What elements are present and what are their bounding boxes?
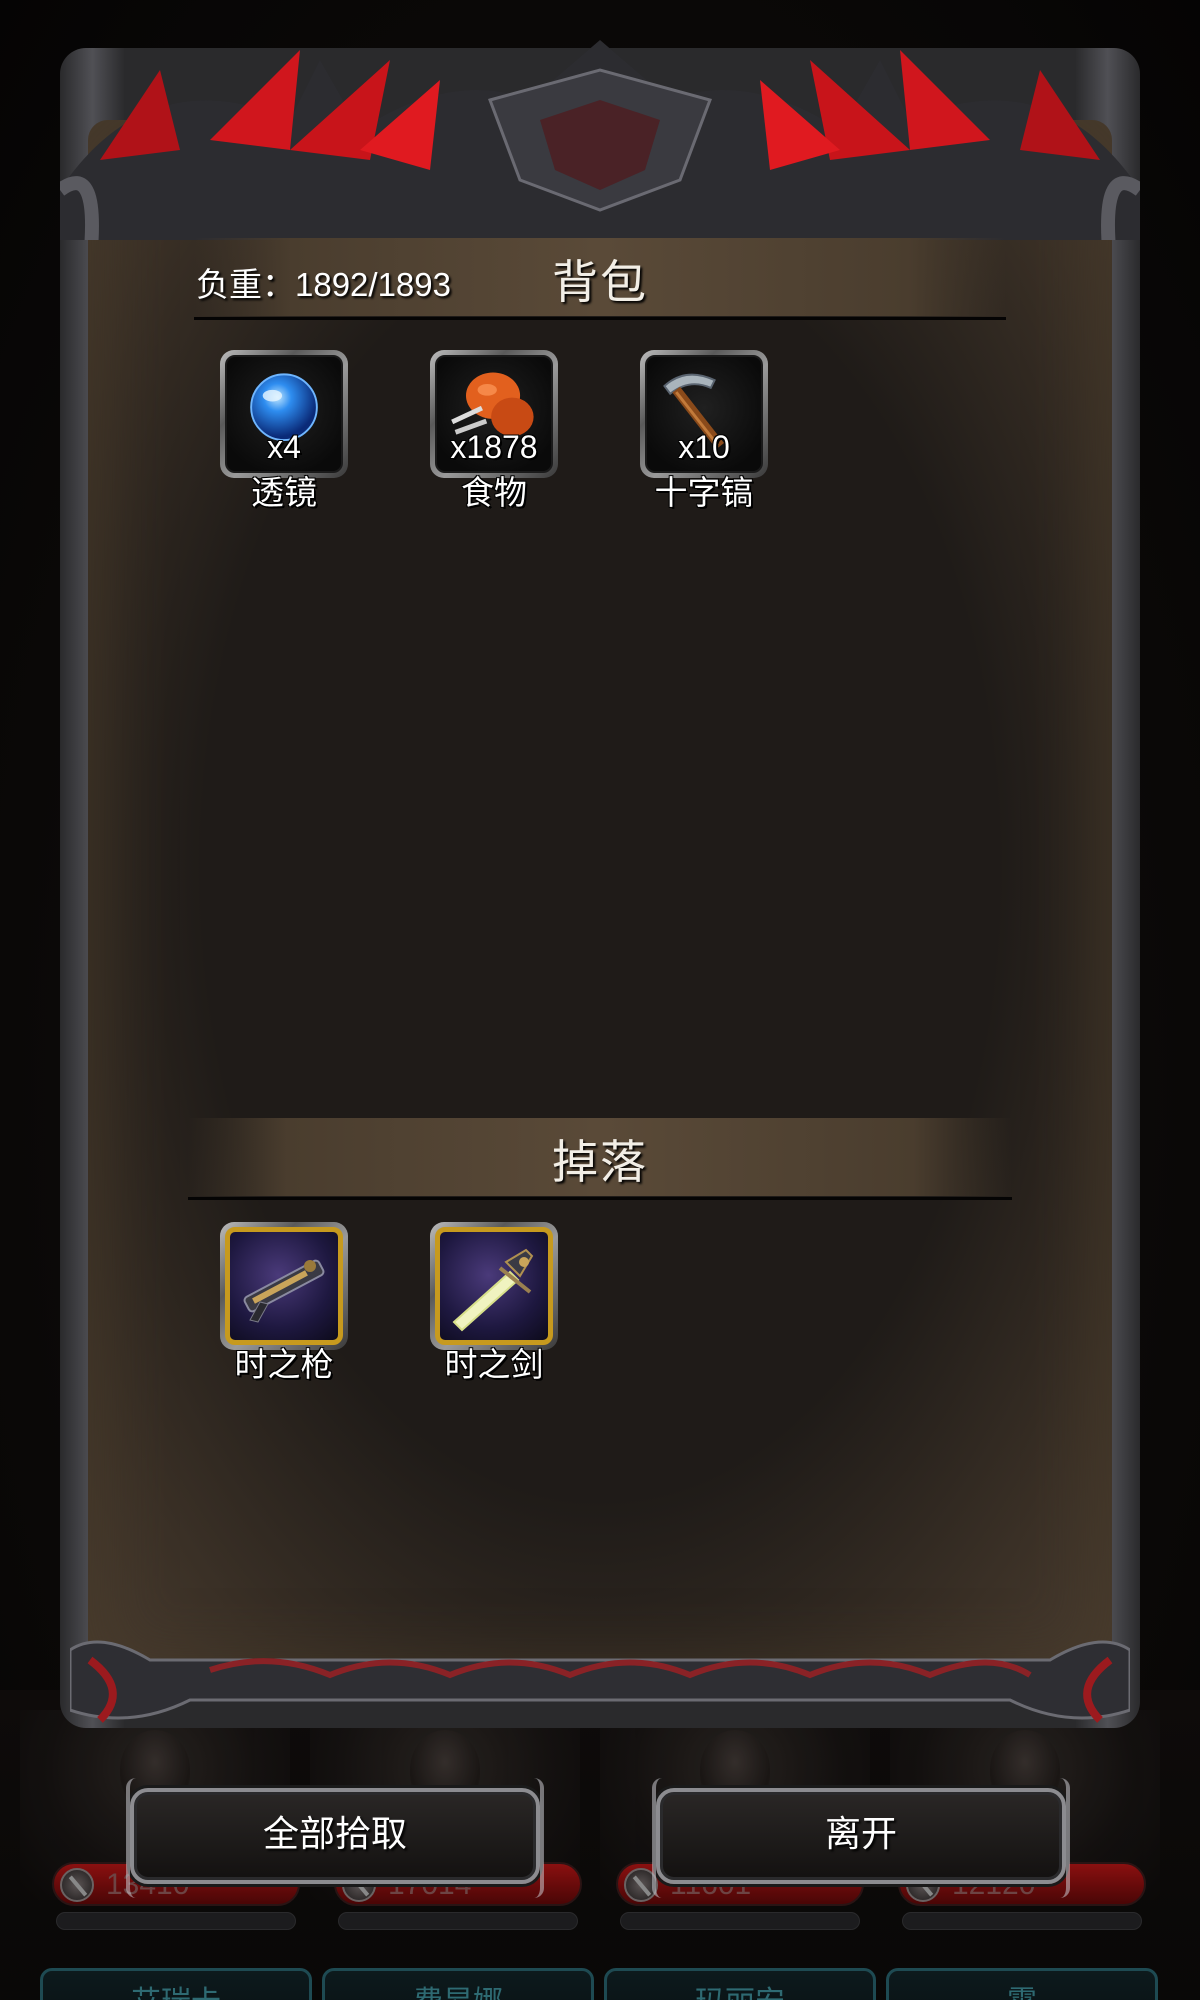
slot-frame (225, 1227, 343, 1345)
party-name-plate[interactable]: 霄 (886, 1968, 1158, 2000)
drops-title: 掉落 (552, 1135, 648, 1189)
divider (194, 317, 1006, 320)
slot-frame: x1878 (435, 355, 553, 473)
party-name: 艾瑞卡 (131, 1985, 221, 2000)
item-name: 时之枪 (234, 1345, 334, 1384)
item-count: x4 (267, 429, 301, 465)
weight-label: 负重： (196, 265, 295, 304)
slot-frame (435, 1227, 553, 1345)
party-name: 霄 (1007, 1985, 1037, 2000)
item-name: 时之剑 (444, 1345, 544, 1384)
item-name: 十字镐 (654, 473, 754, 512)
drop-slot[interactable] (430, 1222, 558, 1350)
game-screen: 13410 17014 11601 12120 艾瑞卡 费昂娜 玛丽安 霄 (0, 0, 1200, 2000)
party-mp-bar (902, 1912, 1142, 1930)
party-name-plate[interactable]: 费昂娜 (322, 1968, 594, 2000)
item-count: x10 (678, 429, 730, 465)
party-mp-bar (56, 1912, 296, 1930)
drops-header: 掉落 (188, 1118, 1012, 1200)
drop-slot[interactable] (220, 1222, 348, 1350)
slot-frame: x4 (225, 355, 343, 473)
base-ornament (70, 1640, 1130, 1723)
time-gun-icon (243, 1259, 325, 1323)
sword-icon (60, 1868, 94, 1902)
divider (188, 1197, 1012, 1200)
time-sword-icon (452, 1248, 534, 1332)
leave-button[interactable]: 离开 (652, 1778, 1070, 1898)
party-name: 费昂娜 (413, 1985, 503, 2000)
party-name: 玛丽安 (695, 1985, 785, 2000)
weight-indicator: 负重：1892/1893 (196, 258, 451, 306)
backpack-slot[interactable]: x4 (220, 350, 348, 478)
backpack-slot[interactable]: x10 (640, 350, 768, 478)
weight-value: 1892/1893 (295, 266, 451, 303)
party-mp-bar (620, 1912, 860, 1930)
backpack-slot[interactable]: x1878 (430, 350, 558, 478)
pick-all-button[interactable]: 全部拾取 (126, 1778, 544, 1898)
party-name-plate[interactable]: 艾瑞卡 (40, 1968, 312, 2000)
party-name-plate[interactable]: 玛丽安 (604, 1968, 876, 2000)
crown-ornament (60, 40, 1140, 240)
slot-frame: x10 (645, 355, 763, 473)
item-count: x1878 (450, 429, 538, 465)
item-name: 食物 (461, 473, 527, 512)
party-mp-bar (338, 1912, 578, 1930)
item-name: 透镜 (251, 473, 317, 512)
